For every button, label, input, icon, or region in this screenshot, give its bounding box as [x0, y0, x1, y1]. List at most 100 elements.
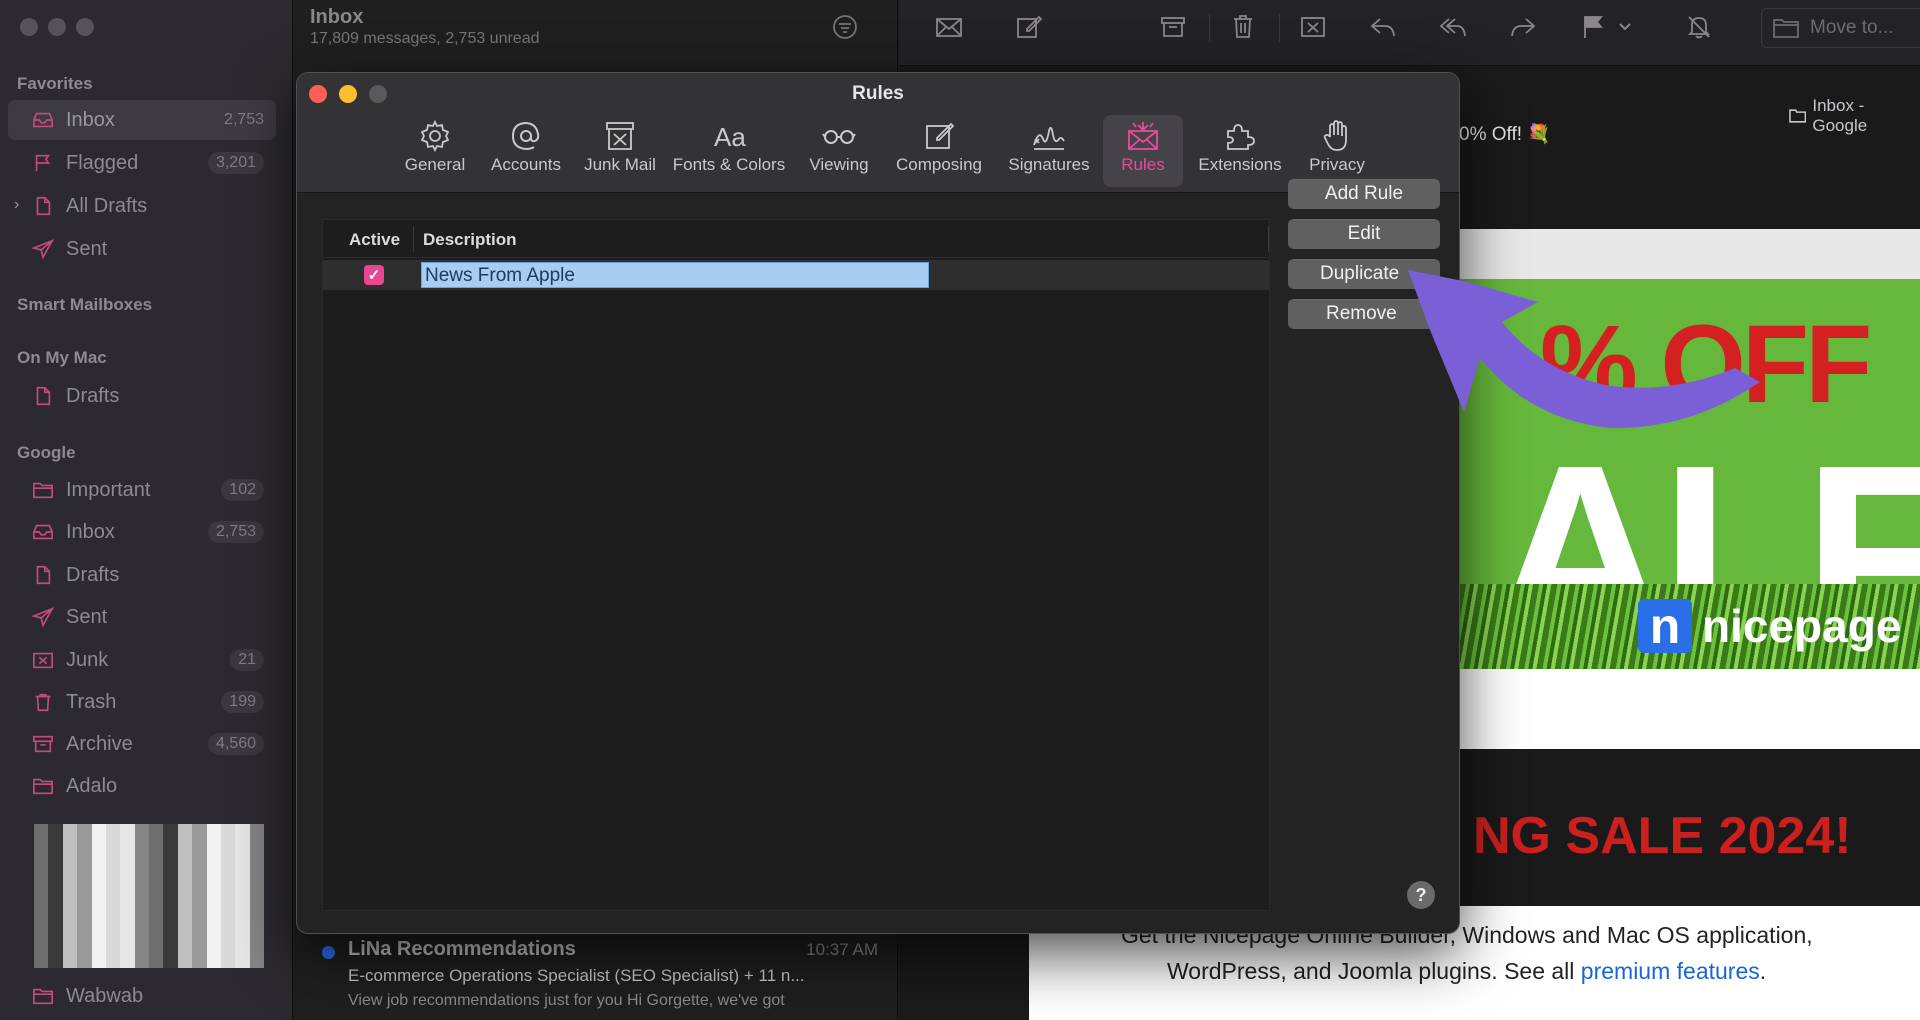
mosaic-cell	[134, 953, 149, 968]
section-on-my-mac[interactable]: On My Mac	[17, 348, 107, 368]
document-icon	[30, 564, 56, 586]
archive-icon[interactable]	[1157, 12, 1189, 42]
junk-icon	[30, 649, 56, 671]
mosaic-cell	[62, 895, 78, 911]
sidebar-item-all-drafts[interactable]: All Drafts	[8, 186, 276, 226]
sidebar-item-trash[interactable]: Trash 199	[8, 682, 276, 722]
mosaic-cell	[62, 824, 78, 839]
filter-icon[interactable]	[832, 14, 858, 40]
table-row[interactable]: ✓ News From Apple	[323, 260, 1269, 290]
message-sender: LiNa Recommendations	[348, 938, 576, 960]
trash-icon[interactable]	[1227, 12, 1259, 42]
tab-label: Privacy	[1309, 155, 1365, 174]
sidebar-item-adalo[interactable]: Adalo	[8, 766, 276, 806]
mosaic-cell	[62, 939, 78, 954]
nicepage-logo-mark: n	[1638, 598, 1692, 654]
column-header-active[interactable]: Active	[349, 230, 400, 250]
forward-icon[interactable]	[1507, 12, 1539, 42]
compose-icon[interactable]	[1013, 12, 1045, 42]
active-checkbox[interactable]: ✓	[364, 265, 384, 285]
mosaic-cell	[163, 910, 178, 925]
sidebar-item-google-drafts[interactable]: Drafts	[8, 555, 276, 595]
tab-viewing[interactable]: Viewing	[797, 115, 881, 187]
mosaic-cell	[163, 852, 178, 868]
mosaic-cell	[77, 939, 92, 954]
tab-general[interactable]: General	[395, 115, 475, 187]
sidebar-item-google-sent[interactable]: Sent	[8, 597, 276, 637]
mosaic-cell	[91, 924, 106, 940]
minimize-button[interactable]	[48, 18, 66, 36]
flag-icon[interactable]	[1577, 12, 1609, 42]
mosaic-cell	[120, 881, 135, 896]
section-google[interactable]: Google	[17, 443, 76, 463]
sidebar-item-flagged[interactable]: Flagged 3,201	[8, 143, 276, 183]
mosaic-cell	[249, 939, 264, 954]
mosaic-cell	[105, 910, 121, 925]
edit-button[interactable]: Edit	[1288, 219, 1440, 249]
reply-all-icon[interactable]	[1437, 12, 1469, 42]
sidebar-item-wabwab[interactable]: Wabwab	[8, 976, 276, 1016]
mosaic-cell	[134, 910, 149, 925]
mosaic-cell	[62, 881, 78, 896]
help-button[interactable]: ?	[1407, 881, 1435, 909]
redacted-mosaic	[34, 824, 264, 968]
reply-icon[interactable]	[1367, 12, 1399, 42]
sidebar-item-archive[interactable]: Archive 4,560	[8, 724, 276, 764]
mosaic-cell	[192, 895, 207, 911]
section-smart-mailboxes[interactable]: Smart Mailboxes	[17, 295, 152, 315]
close-button[interactable]	[20, 18, 38, 36]
mosaic-cell	[48, 924, 63, 940]
tab-signatures[interactable]: Signatures	[999, 115, 1099, 187]
mosaic-cell	[220, 895, 236, 911]
sidebar-item-important[interactable]: Important 102	[8, 470, 276, 510]
mosaic-cell	[235, 881, 250, 896]
mosaic-cell	[177, 939, 193, 954]
sidebar-item-drafts-local[interactable]: Drafts	[8, 376, 276, 416]
mosaic-cell	[120, 939, 135, 954]
sale-headline: NG SALE 2024!	[1473, 807, 1852, 865]
tab-fonts-colors[interactable]: Aa Fonts & Colors	[667, 115, 791, 187]
mosaic-cell	[235, 910, 250, 925]
mosaic-cell	[48, 838, 63, 853]
rule-description[interactable]: News From Apple	[421, 262, 929, 288]
mailbox-count: 102	[221, 479, 264, 501]
sidebar-item-junk[interactable]: Junk 21	[8, 640, 276, 680]
chevron-down-icon[interactable]	[1615, 12, 1635, 42]
add-rule-button[interactable]: Add Rule	[1288, 179, 1440, 209]
mosaic-cell	[163, 924, 178, 940]
column-header-description[interactable]: Description	[423, 230, 517, 250]
message-row[interactable]: LiNa Recommendations 10:37 AM E-commerce…	[294, 930, 898, 1020]
sidebar-item-google-inbox[interactable]: Inbox 2,753	[8, 512, 276, 552]
mosaic-cell	[77, 881, 92, 896]
mute-bell-icon[interactable]	[1683, 12, 1715, 42]
mosaic-cell	[34, 824, 49, 839]
mosaic-cell	[177, 910, 193, 925]
mosaic-cell	[120, 838, 135, 853]
rules-icon	[1128, 122, 1158, 150]
tab-privacy[interactable]: Privacy	[1297, 115, 1377, 187]
tab-rules[interactable]: Rules	[1103, 115, 1183, 187]
zoom-button[interactable]	[76, 18, 94, 36]
toolbar-divider	[1279, 14, 1280, 42]
mosaic-cell	[105, 838, 121, 853]
mosaic-cell	[177, 881, 193, 896]
tab-composing[interactable]: Composing	[887, 115, 991, 187]
tab-label: Rules	[1121, 155, 1165, 174]
envelope-icon[interactable]	[933, 12, 965, 42]
sidebar-item-inbox[interactable]: Inbox 2,753	[8, 100, 276, 140]
sidebar-item-label: Inbox	[66, 520, 115, 543]
inbox-icon	[30, 521, 56, 543]
tab-junk-mail[interactable]: Junk Mail	[577, 115, 663, 187]
mosaic-cell	[62, 838, 78, 853]
trash-icon	[30, 691, 56, 713]
tab-extensions[interactable]: Extensions	[1189, 115, 1291, 187]
junk-icon[interactable]	[1297, 12, 1329, 42]
mosaic-cell	[220, 881, 236, 896]
premium-features-link[interactable]: premium features	[1581, 958, 1760, 984]
mosaic-cell	[62, 867, 78, 882]
move-to-button[interactable]: Move to...	[1761, 8, 1920, 48]
column-divider[interactable]	[413, 226, 414, 252]
rules-dialog: Rules General Accounts Junk Mail Aa Font…	[296, 72, 1460, 934]
tab-accounts[interactable]: Accounts	[483, 115, 569, 187]
sidebar-item-sent[interactable]: Sent	[8, 229, 276, 269]
